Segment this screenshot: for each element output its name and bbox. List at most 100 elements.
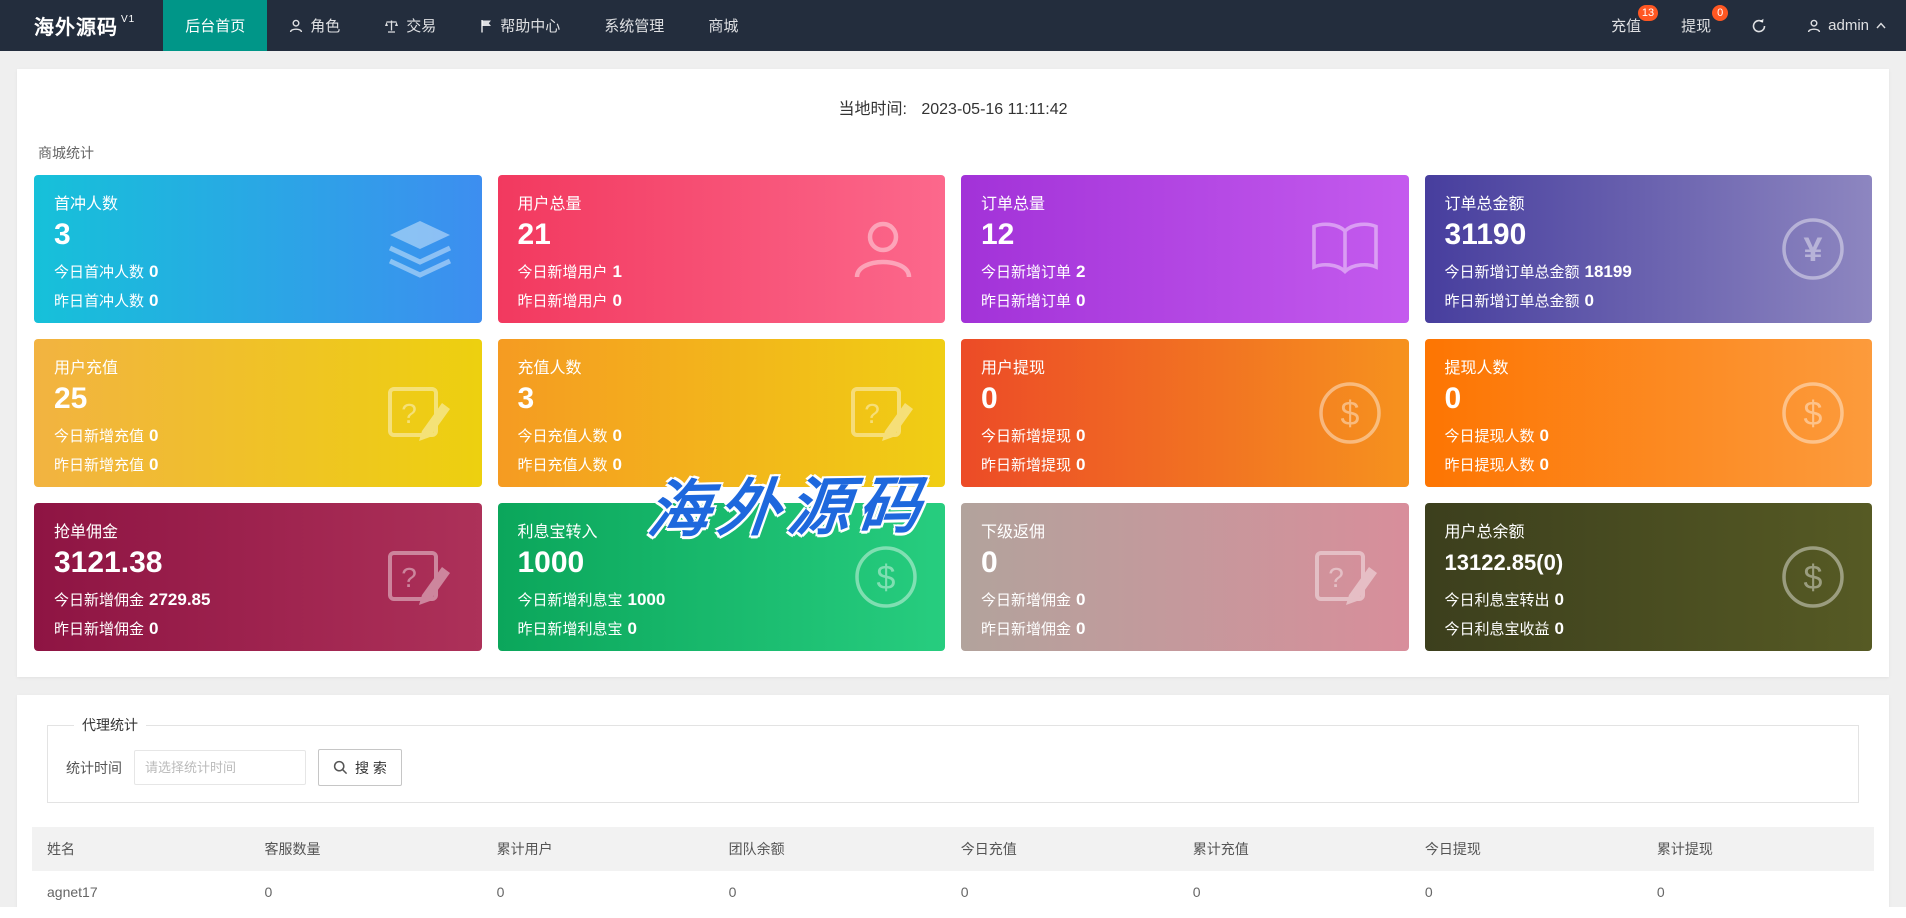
search-button-label: 搜 索 (355, 759, 387, 776)
agent-table: 姓名 客服数量 累计用户 团队余额 今日充值 累计充值 今日提现 累计提现 ag… (32, 827, 1874, 914)
person-icon (1807, 19, 1821, 33)
mall-stats-panel: 当地时间: 2023-05-16 11:11:42 商城统计 海外源码 首冲人数… (17, 69, 1889, 677)
user-menu[interactable]: admin (1787, 0, 1906, 51)
card-title: 下级返佣 (981, 524, 1046, 541)
stat-card-withdraw-users: 提现人数 0 今日提现人数 0 昨日提现人数 0 $ (1424, 339, 1872, 487)
col-service-count: 客服数量 (249, 827, 482, 871)
navbar-right: 充值 13 提现 0 admin (1591, 0, 1906, 51)
col-today-withdraw: 今日提现 (1409, 827, 1642, 871)
card-title: 提现人数 (1444, 360, 1509, 377)
dollar-circle-icon: $ (1780, 544, 1846, 610)
stat-card-total-users: 用户总量 21 今日新增用户 1 昨日新增用户 0 (497, 175, 945, 323)
svg-text:?: ? (401, 398, 417, 429)
nav-item-system-settings[interactable]: 系统管理 (582, 0, 686, 51)
person-icon (289, 19, 303, 33)
edit-icon: ? (384, 541, 456, 613)
recharge-label: 充值 (1611, 18, 1642, 35)
svg-text:$: $ (1804, 559, 1823, 597)
top-navbar: 海外源码 V1 后台首页 角色 交易 帮助中心 系统管理 商城 充值 13 提现… (0, 0, 1906, 51)
nav-label: 后台首页 (185, 18, 246, 35)
card-line: 昨日新增订单 0 (981, 291, 1086, 310)
layers-icon (384, 217, 456, 281)
stat-time-label: 统计时间 (66, 759, 122, 776)
card-title: 订单总金额 (1444, 196, 1525, 213)
svg-text:?: ? (864, 398, 880, 429)
filter-row: 统计时间 搜 索 (66, 749, 1840, 786)
card-line: 昨日新增提现 0 (981, 455, 1086, 474)
nav-item-roles[interactable]: 角色 (267, 0, 362, 51)
card-line: 昨日新增佣金 0 (981, 619, 1086, 638)
card-title: 用户总余额 (1444, 524, 1525, 541)
col-team-balance: 团队余额 (713, 827, 946, 871)
stat-card-user-recharge: 用户充值 25 今日新增充值 0 昨日新增充值 0 ? (34, 339, 482, 487)
card-line: 今日利息宝收益 0 (1444, 619, 1564, 638)
local-time: 当地时间: 2023-05-16 11:11:42 (17, 69, 1889, 119)
nav-label: 帮助中心 (500, 18, 561, 35)
footer (0, 907, 1906, 918)
card-line: 昨日充值人数 0 (517, 455, 622, 474)
brand-version: V1 (121, 14, 136, 25)
local-time-label: 当地时间: (838, 101, 907, 118)
card-title: 利息宝转入 (517, 524, 598, 541)
edit-icon: ? (847, 377, 919, 449)
withdraw-badge: 0 (1712, 5, 1729, 21)
nav-label: 角色 (310, 18, 341, 35)
svg-text:?: ? (1328, 562, 1344, 593)
card-title: 用户充值 (54, 360, 119, 377)
nav-item-trade[interactable]: 交易 (362, 0, 458, 51)
nav-item-mall[interactable]: 商城 (686, 0, 760, 51)
card-title: 抢单佣金 (54, 524, 119, 541)
edit-icon: ? (384, 377, 456, 449)
local-time-value: 2023-05-16 11:11:42 (921, 101, 1068, 118)
col-today-recharge: 今日充值 (945, 827, 1178, 871)
user-icon (847, 215, 919, 283)
stat-card-grab-order-commission: 抢单佣金 3121.38 今日新增佣金 2729.85 昨日新增佣金 0 ? (34, 503, 482, 651)
search-button[interactable]: 搜 索 (318, 749, 402, 786)
flag-icon (480, 19, 493, 33)
search-icon (333, 760, 348, 775)
agent-stats-legend: 代理统计 (82, 717, 138, 733)
col-total-withdraw: 累计提现 (1641, 827, 1874, 871)
stat-card-total-orders: 订单总量 12 今日新增订单 2 昨日新增订单 0 (961, 175, 1409, 323)
refresh-button[interactable] (1731, 0, 1787, 51)
book-icon (1307, 218, 1383, 280)
card-line: 昨日新增利息宝 0 (517, 619, 637, 638)
brand-text: 海外源码 (34, 17, 118, 39)
stat-card-user-total-balance: 用户总余额 13122.85(0) 今日利息宝转出 0 今日利息宝收益 0 $ (1424, 503, 1872, 651)
nav-item-dashboard[interactable]: 后台首页 (163, 0, 268, 51)
recharge-badge: 13 (1637, 5, 1659, 21)
stat-card-user-withdraw: 用户提现 0 今日新增提现 0 昨日新增提现 0 $ (961, 339, 1409, 487)
stat-card-first-charge-users: 首冲人数 3 今日首冲人数 0 昨日首冲人数 0 (34, 175, 482, 323)
svg-text:$: $ (877, 559, 896, 597)
agent-stats-panel: 代理统计 统计时间 搜 索 姓名 客服数量 累计用户 团队余额 今日充值 累 (17, 695, 1889, 918)
scales-icon (384, 19, 399, 33)
main-menu: 后台首页 角色 交易 帮助中心 系统管理 商城 (163, 0, 760, 51)
card-line: 昨日首冲人数 0 (54, 291, 159, 310)
card-line: 昨日新增佣金 0 (54, 619, 159, 638)
username-text: admin (1828, 17, 1869, 34)
withdraw-button[interactable]: 提现 0 (1661, 0, 1731, 51)
card-title: 首冲人数 (54, 196, 119, 213)
stat-card-grid: 首冲人数 3 今日首冲人数 0 昨日首冲人数 0 用户总量 21 今日新增用户 1 昨… (17, 175, 1889, 651)
card-line: 昨日新增充值 0 (54, 455, 159, 474)
col-total-users: 累计用户 (481, 827, 714, 871)
svg-text:?: ? (401, 562, 417, 593)
withdraw-label: 提现 (1681, 18, 1712, 35)
card-title: 充值人数 (517, 360, 582, 377)
card-line: 昨日提现人数 0 (1444, 455, 1549, 474)
stat-time-input[interactable] (134, 750, 306, 785)
svg-text:$: $ (1804, 395, 1823, 433)
dollar-circle-icon: $ (1317, 380, 1383, 446)
card-line: 昨日新增用户 0 (517, 291, 622, 310)
recharge-button[interactable]: 充值 13 (1591, 0, 1661, 51)
chevron-up-icon (1876, 22, 1886, 29)
card-title: 订单总量 (981, 196, 1046, 213)
card-line: 昨日新增订单总金额 0 (1444, 291, 1594, 310)
stat-card-recharge-users: 充值人数 3 今日充值人数 0 昨日充值人数 0 ? (497, 339, 945, 487)
section-title-mall-stats: 商城统计 (38, 145, 94, 161)
table-header-row: 姓名 客服数量 累计用户 团队余额 今日充值 累计充值 今日提现 累计提现 (32, 827, 1874, 871)
yen-circle-icon: ¥ (1780, 216, 1846, 282)
edit-icon: ? (1311, 541, 1383, 613)
brand-logo[interactable]: 海外源码 V1 (0, 0, 163, 51)
nav-item-help-center[interactable]: 帮助中心 (458, 0, 582, 51)
